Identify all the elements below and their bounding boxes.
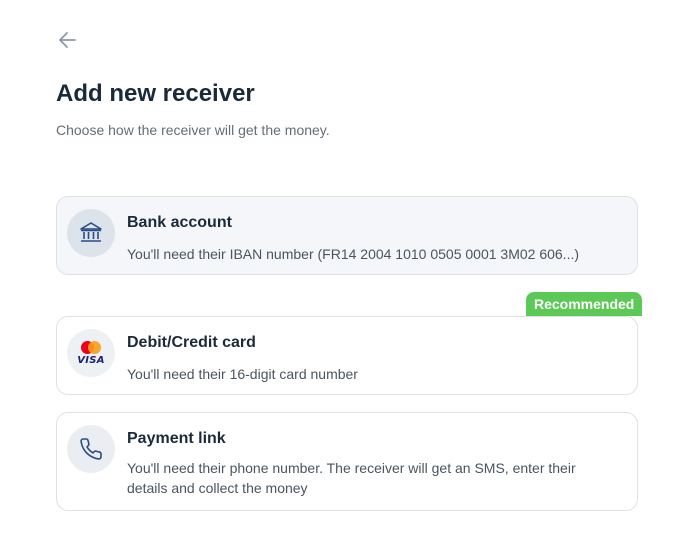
back-button[interactable] — [56, 28, 80, 52]
option-description: You'll need their IBAN number (FR14 2004… — [127, 246, 580, 262]
visa-logo: VISA — [77, 354, 105, 366]
option-payment-link[interactable]: Payment link You'll need their phone num… — [56, 412, 638, 511]
option-description: You'll need their phone number. The rece… — [127, 460, 576, 496]
bank-icon — [80, 222, 102, 242]
card-brand-avatar: VISA — [67, 329, 115, 377]
phone-icon — [80, 438, 102, 460]
option-title: Debit/Credit card — [127, 334, 256, 351]
visa-mastercard-icon: VISA — [77, 340, 105, 366]
option-bank-account[interactable]: Bank account You'll need their IBAN numb… — [56, 196, 638, 275]
option-title: Bank account — [127, 214, 232, 231]
phone-icon-avatar — [67, 425, 115, 473]
option-title: Payment link — [127, 430, 226, 447]
option-description: You'll need their 16-digit card number — [127, 366, 358, 382]
bank-icon-avatar — [67, 209, 115, 257]
mastercard-logo — [80, 340, 102, 354]
page-subtitle: Choose how the receiver will get the mon… — [56, 122, 330, 138]
option-debit-credit-card[interactable]: VISA Debit/Credit card You'll need their… — [56, 316, 638, 395]
recommended-badge: Recommended — [526, 292, 643, 316]
arrow-left-icon — [59, 32, 76, 48]
page-title: Add new receiver — [56, 80, 255, 107]
